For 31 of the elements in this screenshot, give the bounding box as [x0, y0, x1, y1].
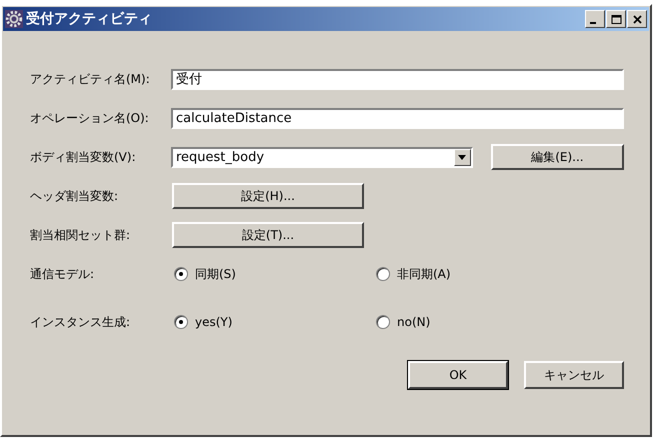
radio-label[interactable]: 同期(S): [195, 266, 236, 282]
minimize-icon: [590, 22, 596, 24]
ok-button[interactable]: OK: [408, 361, 508, 389]
radio-button[interactable]: [174, 315, 188, 329]
radio-label[interactable]: yes(Y): [195, 315, 232, 329]
minimize-button[interactable]: [585, 10, 605, 28]
dropdown-field[interactable]: request_body: [170, 146, 473, 168]
text-field[interactable]: calculateDistance: [171, 108, 624, 128]
settings-button[interactable]: 設定(T)...: [172, 222, 364, 248]
radio-button[interactable]: [174, 267, 188, 281]
close-button[interactable]: [627, 10, 647, 28]
text-field[interactable]: 受付: [171, 68, 624, 90]
radio-label[interactable]: 非同期(A): [397, 266, 451, 282]
settings-button[interactable]: 設定(H)...: [172, 183, 364, 209]
cancel-button[interactable]: キャンセル: [524, 361, 624, 389]
edit-button[interactable]: 編集(E)...: [490, 144, 624, 170]
field-label: アクティビティ名(M):: [30, 70, 151, 88]
field-label: 割当相関セット群:: [30, 226, 132, 244]
maximize-button[interactable]: [606, 10, 626, 28]
radio-button[interactable]: [376, 267, 390, 281]
window-title: 受付アクティビティ: [26, 10, 152, 28]
field-label: ボディ割当変数(V):: [30, 148, 137, 166]
field-label: オペレーション名(O):: [30, 110, 150, 126]
radio-label[interactable]: no(N): [397, 315, 430, 329]
field-label: 通信モデル:: [30, 266, 96, 282]
field-label: インスタンス生成:: [30, 314, 132, 330]
field-label: ヘッダ割当変数:: [30, 188, 120, 204]
close-icon: [630, 14, 644, 24]
gear-icon: [5, 10, 23, 28]
radio-button[interactable]: [376, 315, 390, 329]
maximize-icon: [610, 14, 622, 24]
